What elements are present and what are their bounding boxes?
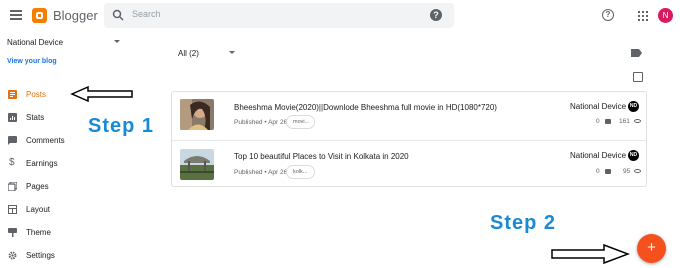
chevron-down-icon[interactable] — [114, 40, 120, 43]
sidebar-item-label: Layout — [26, 205, 51, 214]
new-post-button[interactable]: + — [637, 234, 666, 263]
sidebar-item-pages[interactable]: Pages — [0, 178, 150, 196]
post-status: Published • Apr 26 — [234, 169, 288, 176]
sidebar-item-settings[interactable]: Settings — [0, 247, 150, 265]
view-blog-link[interactable]: View your blog — [7, 58, 57, 65]
search-help-icon[interactable]: ? — [430, 9, 442, 21]
sidebar-item-label: Posts — [26, 90, 47, 99]
app-header: Blogger Search ? ? N — [0, 0, 680, 32]
list-item[interactable]: Top 10 beautiful Places to Visit in Kolk… — [172, 140, 646, 187]
blogger-logo-icon[interactable] — [32, 8, 47, 23]
comment-icon — [605, 119, 611, 124]
step1-arrow-icon — [70, 85, 133, 103]
post-thumbnail — [180, 99, 214, 130]
comment-count: 0 — [596, 118, 600, 125]
sidebar-item-label: Comments — [26, 136, 65, 145]
post-label-chip[interactable]: movi... — [286, 115, 315, 129]
comments-icon — [8, 136, 17, 145]
post-filter-dropdown[interactable]: All (2) — [178, 49, 199, 58]
dollar-icon: $ — [9, 157, 15, 168]
layout-icon — [8, 205, 17, 214]
sidebar-item-label: Stats — [26, 113, 45, 122]
post-title[interactable]: Top 10 beautiful Places to Visit in Kolk… — [234, 152, 409, 161]
comment-icon — [605, 169, 611, 174]
help-icon[interactable]: ? — [602, 9, 614, 21]
post-author: National Device — [570, 102, 627, 111]
stats-icon — [8, 113, 17, 122]
post-thumbnail — [180, 149, 214, 180]
step2-label: Step 2 — [490, 212, 557, 234]
post-label-chip[interactable]: kolk... — [286, 165, 315, 179]
menu-icon[interactable] — [10, 10, 22, 20]
sidebar-item-label: Theme — [26, 228, 51, 237]
pages-icon — [8, 182, 17, 191]
view-count: 161 — [619, 118, 630, 125]
author-avatar: ND — [628, 150, 639, 161]
sidebar-item-label: Settings — [26, 251, 55, 260]
apps-grid-icon[interactable] — [638, 11, 648, 21]
eye-icon — [634, 119, 641, 123]
gear-icon — [8, 251, 17, 260]
view-count: 95 — [623, 168, 631, 175]
post-status: Published • Apr 26 — [234, 119, 288, 126]
sidebar-item-earnings[interactable]: $ Earnings — [0, 155, 150, 173]
comment-count: 0 — [596, 168, 600, 175]
label-icon[interactable] — [631, 49, 642, 57]
select-all-checkbox[interactable] — [633, 72, 643, 82]
posts-icon — [8, 90, 17, 99]
blog-selector[interactable]: National Device — [7, 38, 63, 47]
step1-label: Step 1 — [88, 115, 155, 137]
sidebar-item-label: Earnings — [26, 159, 58, 168]
author-avatar: ND — [628, 101, 639, 112]
chevron-down-icon[interactable] — [229, 51, 235, 54]
list-item[interactable]: Bheeshma Movie(2020)||Downlode Bheeshma … — [172, 92, 646, 139]
search-input[interactable]: Search — [104, 3, 454, 28]
post-author: National Device — [570, 151, 627, 160]
brand-name: Blogger — [53, 8, 98, 23]
sidebar-item-theme[interactable]: Theme — [0, 224, 150, 242]
eye-icon — [634, 169, 641, 173]
avatar[interactable]: N — [658, 8, 673, 23]
search-placeholder: Search — [132, 9, 161, 19]
theme-icon — [8, 228, 17, 237]
sidebar-item-layout[interactable]: Layout — [0, 201, 150, 219]
sidebar-item-label: Pages — [26, 182, 49, 191]
post-title[interactable]: Bheeshma Movie(2020)||Downlode Bheeshma … — [234, 103, 497, 112]
step2-arrow-icon — [551, 243, 630, 265]
posts-list: Bheeshma Movie(2020)||Downlode Bheeshma … — [171, 91, 647, 187]
search-icon — [112, 9, 124, 21]
